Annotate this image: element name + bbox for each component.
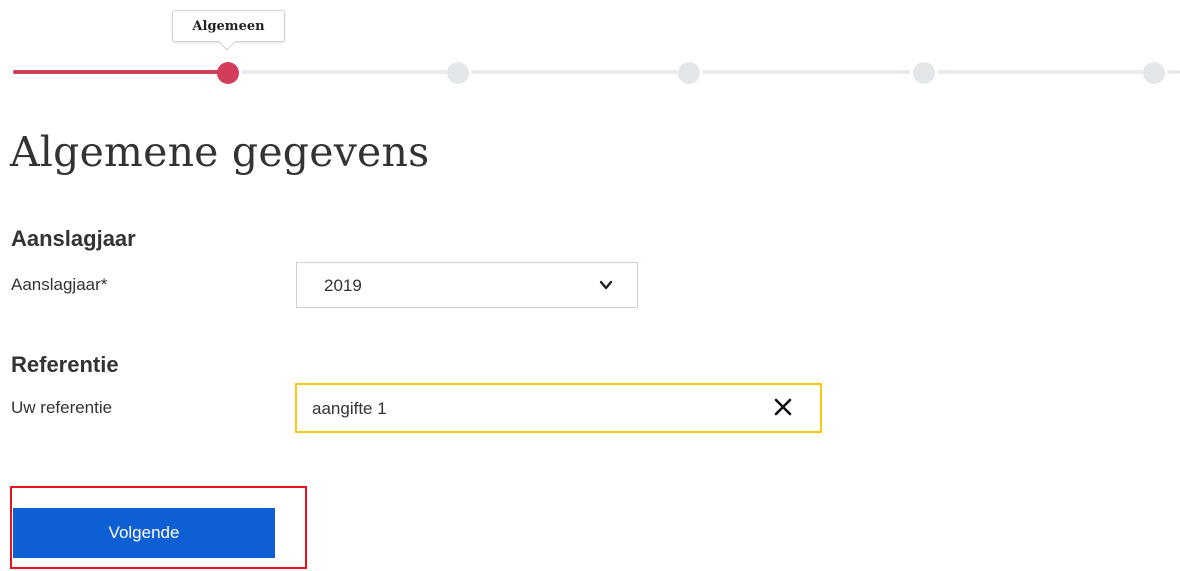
step-line xyxy=(702,70,910,74)
referentie-input-value: aangifte 1 xyxy=(312,399,387,418)
referentie-label: Uw referentie xyxy=(11,398,113,417)
progress-stepper: Algemeen xyxy=(0,0,1180,100)
next-button[interactable]: Volgende xyxy=(13,508,275,558)
close-icon[interactable] xyxy=(774,398,792,416)
step-line-completed xyxy=(13,70,223,74)
section-heading-aanslagjaar: Aanslagjaar xyxy=(11,226,136,251)
section-heading-referentie: Referentie xyxy=(11,352,119,377)
aanslagjaar-selected-value: 2019 xyxy=(324,276,362,295)
aanslagjaar-label: Aanslagjaar* xyxy=(11,275,108,294)
page-title: Algemene gegevens xyxy=(10,128,430,176)
referentie-input[interactable]: aangifte 1 xyxy=(295,383,822,433)
aanslagjaar-select[interactable]: 2019 xyxy=(296,262,638,308)
step-line xyxy=(471,70,678,74)
step-line xyxy=(937,70,1144,74)
step-dot-algemeen[interactable] xyxy=(217,62,239,84)
step-dot xyxy=(1143,62,1165,84)
step-tooltip-label: Algemeen xyxy=(192,18,265,34)
step-dot xyxy=(913,62,935,84)
step-line xyxy=(1167,70,1180,74)
chevron-down-icon xyxy=(599,280,613,290)
step-line xyxy=(241,70,448,74)
step-dot xyxy=(678,62,700,84)
page: Algemeen Algemene gegevens Aanslagjaar A… xyxy=(0,0,1180,571)
step-dot xyxy=(447,62,469,84)
